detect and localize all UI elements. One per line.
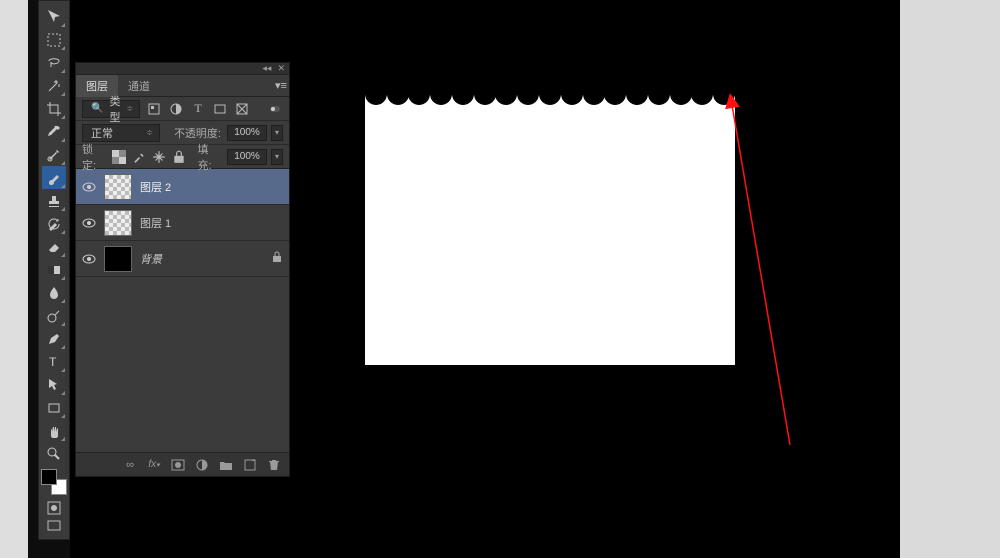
layers-panel: ◂◂ ✕ 图层 通道 ▾≡ 🔍 类型 ≑ T 正常 ≑ 不透明度: 100% ▾ bbox=[75, 62, 290, 477]
opacity-dropdown[interactable]: ▾ bbox=[271, 125, 283, 141]
panel-controls: ◂◂ ✕ bbox=[76, 63, 289, 75]
stamp-tool[interactable] bbox=[42, 189, 66, 212]
panel-close-icon[interactable]: ✕ bbox=[277, 64, 285, 73]
screen-mode-toggle[interactable] bbox=[42, 517, 66, 535]
pen-tool[interactable] bbox=[42, 327, 66, 350]
filter-shape-icon[interactable] bbox=[212, 101, 228, 117]
layers-list: 图层 2 图层 1 背景 bbox=[76, 169, 289, 277]
lock-all-icon[interactable] bbox=[172, 149, 186, 165]
crop-tool[interactable] bbox=[42, 97, 66, 120]
tab-channels[interactable]: 通道 bbox=[118, 75, 160, 97]
dodge-tool[interactable] bbox=[42, 304, 66, 327]
foreground-color-swatch[interactable] bbox=[41, 469, 57, 485]
layer-row[interactable]: 图层 2 bbox=[76, 169, 289, 205]
svg-text:T: T bbox=[49, 355, 57, 369]
filter-smart-icon[interactable] bbox=[234, 101, 250, 117]
fill-label: 填充: bbox=[198, 141, 222, 173]
marquee-tool[interactable] bbox=[42, 28, 66, 51]
lock-image-icon[interactable] bbox=[132, 149, 146, 165]
filter-type-icon[interactable]: T bbox=[190, 101, 206, 117]
new-layer-icon[interactable] bbox=[243, 457, 257, 473]
right-document-strip bbox=[900, 0, 1000, 558]
layer-name[interactable]: 图层 2 bbox=[140, 179, 283, 195]
blend-mode-select[interactable]: 正常 ≑ bbox=[82, 124, 160, 142]
layer-mask-icon[interactable] bbox=[171, 457, 185, 473]
tools-toolbar: T bbox=[38, 0, 70, 540]
layer-name[interactable]: 图层 1 bbox=[140, 215, 283, 231]
quick-mask-toggle[interactable] bbox=[42, 499, 66, 517]
eraser-tool[interactable] bbox=[42, 235, 66, 258]
delete-layer-icon[interactable] bbox=[267, 457, 281, 473]
color-swatches[interactable] bbox=[41, 469, 67, 495]
scalloped-edge: // placeholder; dots generated after dat… bbox=[365, 94, 735, 116]
lock-icon bbox=[271, 251, 283, 266]
layer-filter-label: 类型 bbox=[109, 93, 120, 125]
lock-fill-row: 锁定: 填充: 100% ▾ bbox=[76, 145, 289, 169]
zoom-tool[interactable] bbox=[42, 442, 66, 465]
layer-thumbnail[interactable] bbox=[104, 210, 132, 236]
filter-adjust-icon[interactable] bbox=[168, 101, 184, 117]
move-tool[interactable] bbox=[42, 5, 66, 28]
brush-tool[interactable] bbox=[42, 166, 66, 189]
opacity-value[interactable]: 100% bbox=[227, 125, 267, 141]
layer-thumbnail[interactable] bbox=[104, 174, 132, 200]
rectangle-tool[interactable] bbox=[42, 396, 66, 419]
visibility-toggle[interactable] bbox=[82, 180, 96, 194]
layer-filter-type[interactable]: 🔍 类型 ≑ bbox=[82, 100, 140, 118]
filter-toggle[interactable] bbox=[267, 101, 283, 117]
type-tool[interactable]: T bbox=[42, 350, 66, 373]
filter-pixel-icon[interactable] bbox=[146, 101, 162, 117]
layer-name[interactable]: 背景 bbox=[140, 251, 263, 267]
visibility-toggle[interactable] bbox=[82, 252, 96, 266]
lock-label: 锁定: bbox=[82, 141, 106, 173]
layer-filter-row: 🔍 类型 ≑ T bbox=[76, 97, 289, 121]
panel-menu-icon[interactable]: ▾≡ bbox=[273, 78, 289, 94]
artwork-canvas[interactable]: // placeholder; dots generated after dat… bbox=[365, 95, 735, 365]
layer-row[interactable]: 背景 bbox=[76, 241, 289, 277]
blend-opacity-row: 正常 ≑ 不透明度: 100% ▾ bbox=[76, 121, 289, 145]
adjustment-layer-icon[interactable] bbox=[195, 457, 209, 473]
layer-fx-icon[interactable]: fx▾ bbox=[147, 457, 161, 473]
eyedropper-tool[interactable] bbox=[42, 120, 66, 143]
left-document-strip bbox=[0, 0, 28, 558]
lock-position-icon[interactable] bbox=[152, 149, 166, 165]
layer-group-icon[interactable] bbox=[219, 457, 233, 473]
panel-tabs: 图层 通道 ▾≡ bbox=[76, 75, 289, 97]
fill-value[interactable]: 100% bbox=[227, 149, 267, 165]
healing-brush-tool[interactable] bbox=[42, 143, 66, 166]
magic-wand-tool[interactable] bbox=[42, 74, 66, 97]
lock-transparent-icon[interactable] bbox=[112, 149, 126, 165]
hand-tool[interactable] bbox=[42, 419, 66, 442]
lasso-tool[interactable] bbox=[42, 51, 66, 74]
fill-dropdown[interactable]: ▾ bbox=[271, 149, 283, 165]
layer-row[interactable]: 图层 1 bbox=[76, 205, 289, 241]
layers-panel-footer: ∞ fx▾ bbox=[76, 452, 289, 476]
history-brush-tool[interactable] bbox=[42, 212, 66, 235]
gradient-tool[interactable] bbox=[42, 258, 66, 281]
blur-tool[interactable] bbox=[42, 281, 66, 304]
blend-mode-value: 正常 bbox=[91, 125, 113, 141]
visibility-toggle[interactable] bbox=[82, 216, 96, 230]
path-select-tool[interactable] bbox=[42, 373, 66, 396]
layer-thumbnail[interactable] bbox=[104, 246, 132, 272]
layers-empty-area[interactable] bbox=[76, 277, 289, 452]
opacity-label: 不透明度: bbox=[174, 125, 221, 141]
link-layers-icon[interactable]: ∞ bbox=[123, 457, 137, 473]
panel-collapse-icon[interactable]: ◂◂ bbox=[262, 64, 271, 73]
